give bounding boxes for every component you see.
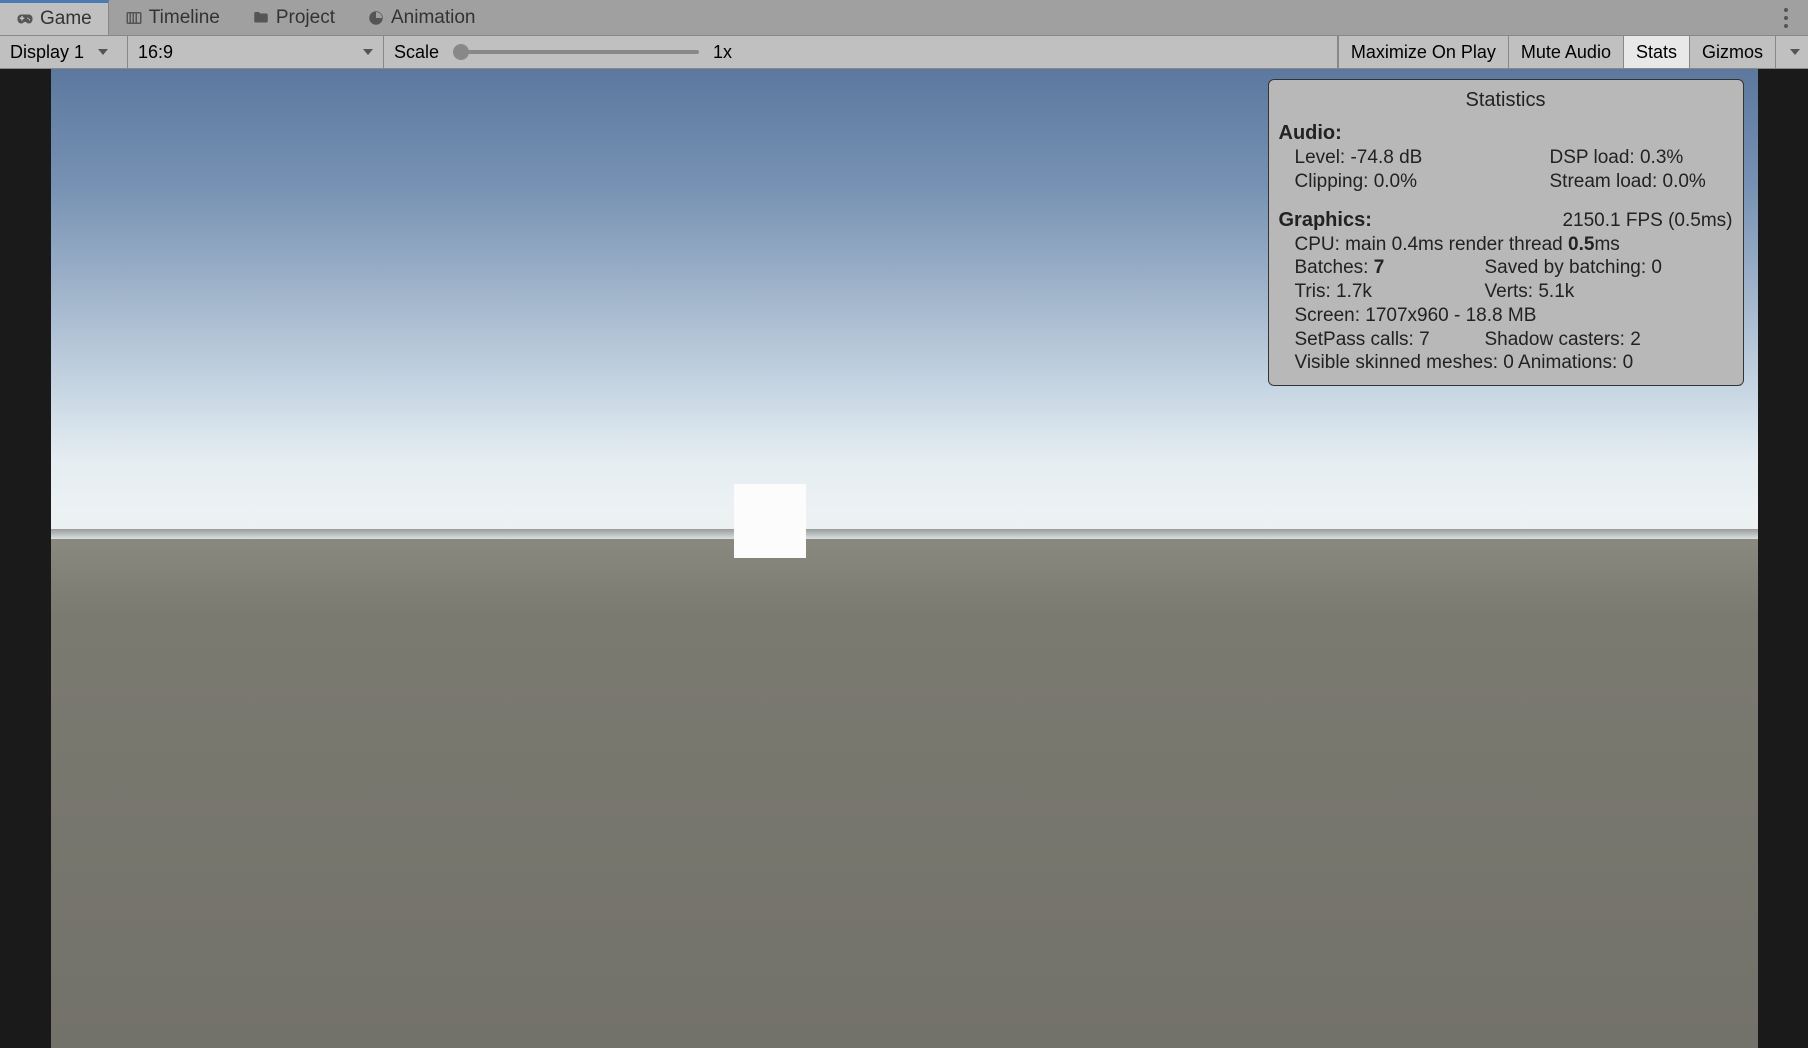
stats-saved-batching: Saved by batching: 0 [1485,256,1662,280]
stats-audio-level: Level: -74.8 dB [1295,146,1550,170]
tab-timeline-label: Timeline [149,7,220,29]
chevron-down-icon [1790,49,1800,55]
viewport-container: Statistics Audio: Level: -74.8 dB DSP lo… [0,69,1808,1048]
aspect-dropdown[interactable]: 16:9 [128,36,384,68]
scene-cube [734,484,806,558]
tab-project[interactable]: Project [236,0,351,35]
stats-btn-label: Stats [1636,42,1677,63]
gamepad-icon [16,10,34,28]
stats-audio-heading: Audio: [1279,121,1733,146]
stats-fps: 2150.1 FPS (0.5ms) [1562,209,1732,233]
tab-game-label: Game [40,8,92,30]
display-label: Display 1 [10,42,84,63]
scene-ground [51,539,1758,1048]
chevron-down-icon [363,49,373,55]
tab-animation[interactable]: Animation [351,0,492,35]
scale-value: 1x [713,42,732,63]
scale-control: Scale 1x [384,36,1338,68]
maximize-on-play-button[interactable]: Maximize On Play [1338,36,1508,68]
aspect-label: 16:9 [138,42,173,63]
stats-stream-load: Stream load: 0.0% [1550,170,1733,194]
mute-label: Mute Audio [1521,42,1611,63]
chevron-down-icon [98,49,108,55]
stats-screen: Screen: 1707x960 - 18.8 MB [1279,304,1733,328]
tab-bar: Game Timeline Project Animation [0,0,1808,36]
statistics-panel: Statistics Audio: Level: -74.8 dB DSP lo… [1268,79,1744,386]
stats-setpass: SetPass calls: 7 [1295,328,1485,352]
stats-graphics-heading: Graphics: [1279,208,1372,233]
stats-title: Statistics [1279,86,1733,121]
stats-tris: Tris: 1.7k [1295,280,1485,304]
gizmos-label: Gizmos [1702,42,1763,63]
folder-icon [252,9,270,27]
game-toolbar: Display 1 16:9 Scale 1x Maximize On Play… [0,36,1808,69]
tab-animation-label: Animation [391,7,476,29]
tab-game[interactable]: Game [0,0,109,35]
scale-label: Scale [394,42,439,63]
maximize-label: Maximize On Play [1351,42,1496,63]
timeline-icon [125,9,143,27]
stats-skinned: Visible skinned meshes: 0 Animations: 0 [1279,351,1733,375]
stats-cpu: CPU: main 0.4ms render thread 0.5ms [1279,233,1733,257]
stats-verts: Verts: 5.1k [1485,280,1575,304]
stats-dsp-load: DSP load: 0.3% [1550,146,1733,170]
stats-clipping: Clipping: 0.0% [1295,170,1550,194]
display-dropdown[interactable]: Display 1 [0,36,128,68]
mute-audio-button[interactable]: Mute Audio [1508,36,1623,68]
gizmos-button[interactable]: Gizmos [1689,36,1775,68]
gizmos-dropdown[interactable] [1775,36,1808,68]
scale-slider[interactable] [453,50,699,54]
tab-project-label: Project [276,7,335,29]
tab-options-menu[interactable] [1774,0,1798,35]
tab-timeline[interactable]: Timeline [109,0,236,35]
scale-slider-thumb[interactable] [453,44,469,60]
stats-shadow-casters: Shadow casters: 2 [1485,328,1641,352]
clock-icon [367,9,385,27]
stats-button[interactable]: Stats [1623,36,1689,68]
stats-batches: Batches: 7 [1295,256,1485,280]
game-viewport[interactable]: Statistics Audio: Level: -74.8 dB DSP lo… [51,69,1758,1048]
